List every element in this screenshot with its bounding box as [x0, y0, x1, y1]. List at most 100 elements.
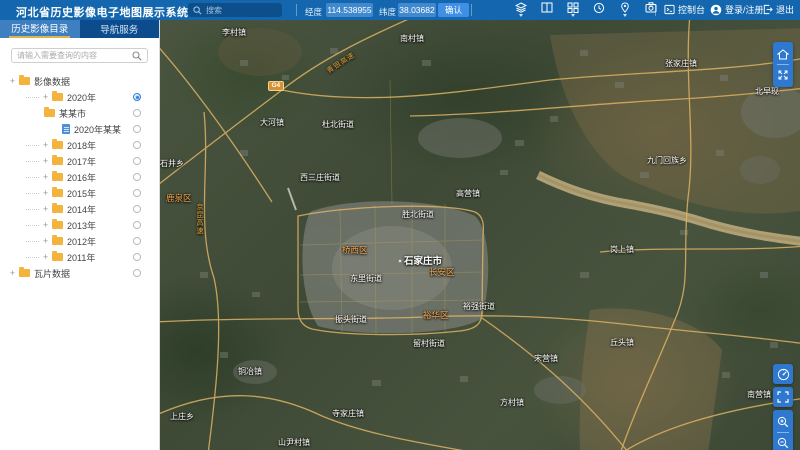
tree-radio-checked[interactable] [133, 93, 141, 101]
layers-icon[interactable] [514, 2, 527, 18]
compass-control [773, 364, 793, 384]
expand-icon[interactable]: + [41, 204, 50, 214]
tree-search[interactable] [11, 48, 148, 63]
tree-connector [26, 192, 39, 194]
chevron-down-icon [570, 14, 575, 17]
tree-item-2015年[interactable]: +2015年 [0, 185, 159, 201]
zoom-out-icon[interactable] [773, 433, 793, 450]
tree-item-2018年[interactable]: +2018年 [0, 137, 159, 153]
tree-radio-unchecked[interactable] [133, 157, 141, 165]
expand-icon[interactable]: + [8, 76, 17, 86]
chevron-down-icon [622, 14, 627, 17]
folder-icon [52, 171, 63, 181]
expand-icon[interactable]: + [41, 156, 50, 166]
console-icon [664, 4, 675, 15]
tab-label: 历史影像目录 [9, 21, 71, 38]
tree-radio-unchecked[interactable] [133, 237, 141, 245]
tree-radio-unchecked[interactable] [133, 221, 141, 229]
logout-label: 退出 [776, 5, 795, 15]
tree-item-2014年[interactable]: +2014年 [0, 201, 159, 217]
tree-item-label: 2016年 [67, 172, 97, 183]
search-icon [193, 5, 202, 14]
tree-radio-unchecked[interactable] [133, 109, 141, 117]
confirm-button[interactable]: 确认 [438, 3, 470, 17]
tree-item-label: 2012年 [67, 236, 97, 247]
history-clock-icon[interactable] [592, 2, 605, 18]
longitude-input[interactable] [326, 3, 373, 17]
tree-item-label: 2015年 [67, 188, 97, 199]
map-top-controls [773, 42, 793, 87]
fit-extent-icon[interactable] [773, 65, 793, 85]
zoom-in-icon[interactable] [773, 412, 793, 432]
expand-icon[interactable]: + [41, 140, 50, 150]
tree-item-label: 影像数据 [34, 76, 71, 87]
tree-radio-unchecked[interactable] [133, 269, 141, 277]
tree-item-2013年[interactable]: +2013年 [0, 217, 159, 233]
tree-item-label: 2020年某某 [74, 124, 122, 135]
console-button[interactable]: 控制台 [664, 3, 705, 16]
logout-button[interactable]: 退出 [762, 3, 794, 16]
apps-grid-icon[interactable] [566, 2, 579, 18]
tree-item-瓦片数据[interactable]: + 瓦片数据 [0, 265, 159, 281]
expand-icon[interactable]: + [41, 188, 50, 198]
tree-item-2020年[interactable]: +2020年 [0, 89, 159, 105]
expand-icon[interactable]: + [8, 268, 17, 278]
tree-item-影像数据[interactable]: + 影像数据 [0, 73, 159, 89]
home-icon[interactable] [773, 44, 793, 64]
urban-area [233, 360, 277, 384]
tree-item-某某市[interactable]: 某某市 [0, 105, 159, 121]
imagery-tree: + 影像数据 +2020年 某某市 2020年某某 +2018年 +2017年 +2016年 +… [0, 71, 159, 281]
tree-radio-unchecked[interactable] [133, 189, 141, 197]
tab-label: 导航服务 [100, 25, 139, 36]
tree-search-input[interactable] [17, 51, 132, 60]
tree-radio-unchecked[interactable] [133, 125, 141, 133]
tree-item-2020年某某[interactable]: 2020年某某 [0, 121, 159, 137]
split-screen-icon[interactable] [540, 2, 553, 18]
expand-icon[interactable]: + [41, 236, 50, 246]
fullscreen-icon[interactable] [773, 387, 793, 407]
global-search-input[interactable] [206, 5, 276, 15]
urban-area [418, 118, 502, 158]
search-icon[interactable] [132, 50, 142, 61]
tree-radio-unchecked[interactable] [133, 173, 141, 181]
latitude-input[interactable] [398, 3, 436, 17]
tree-radio-unchecked[interactable] [133, 141, 141, 149]
app-window: 河北省历史影像电子地图展示系统 经度 纬度 确认 [0, 0, 800, 450]
expand-icon[interactable]: + [41, 172, 50, 182]
tree-item-2011年[interactable]: +2011年 [0, 249, 159, 265]
map-graphics [160, 20, 800, 450]
tree-connector [26, 176, 39, 178]
tree-connector [26, 96, 39, 98]
exit-icon [763, 4, 773, 15]
tree-item-label: 2017年 [67, 156, 97, 167]
tab-navigation-service[interactable]: 导航服务 [79, 20, 159, 38]
folder-icon [52, 251, 63, 261]
tree-item-label: 2014年 [67, 204, 97, 215]
urban-area [740, 156, 780, 184]
expand-icon[interactable]: + [41, 220, 50, 230]
tree-radio-unchecked[interactable] [133, 253, 141, 261]
expand-icon[interactable]: + [41, 252, 50, 262]
tree-radio-unchecked[interactable] [133, 205, 141, 213]
login-register-button[interactable]: 登录/注册 [710, 3, 764, 16]
file-icon [62, 124, 70, 134]
compass-icon[interactable] [773, 364, 793, 384]
folder-icon [52, 155, 63, 165]
panel-tabs: 历史影像目录 导航服务 [0, 20, 159, 38]
tree-connector [26, 144, 39, 146]
location-pin-icon[interactable] [618, 2, 631, 18]
tree-item-2017年[interactable]: +2017年 [0, 153, 159, 169]
left-panel: 历史影像目录 导航服务 +影像数据+2020年某某市2020年某某+2018年+… [0, 20, 160, 450]
chevron-down-icon [518, 14, 523, 17]
top-bar: 河北省历史影像电子地图展示系统 经度 纬度 确认 [0, 0, 800, 20]
folder-icon [19, 267, 30, 277]
map-canvas[interactable]: 李村镇 南村镇 张家庄镇 北早现 大河镇 杜北街道 石井乡 西三庄街道 高营镇 胜北街道 九门回族乡… [160, 20, 800, 450]
tab-history-imagery-catalog[interactable]: 历史影像目录 [0, 20, 80, 38]
console-label: 控制台 [678, 5, 706, 15]
expand-icon[interactable]: + [41, 92, 50, 102]
header-divider [655, 4, 656, 16]
global-search[interactable] [188, 3, 282, 17]
tree-item-2012年[interactable]: +2012年 [0, 233, 159, 249]
tree-item-2016年[interactable]: +2016年 [0, 169, 159, 185]
folder-icon [52, 219, 63, 229]
